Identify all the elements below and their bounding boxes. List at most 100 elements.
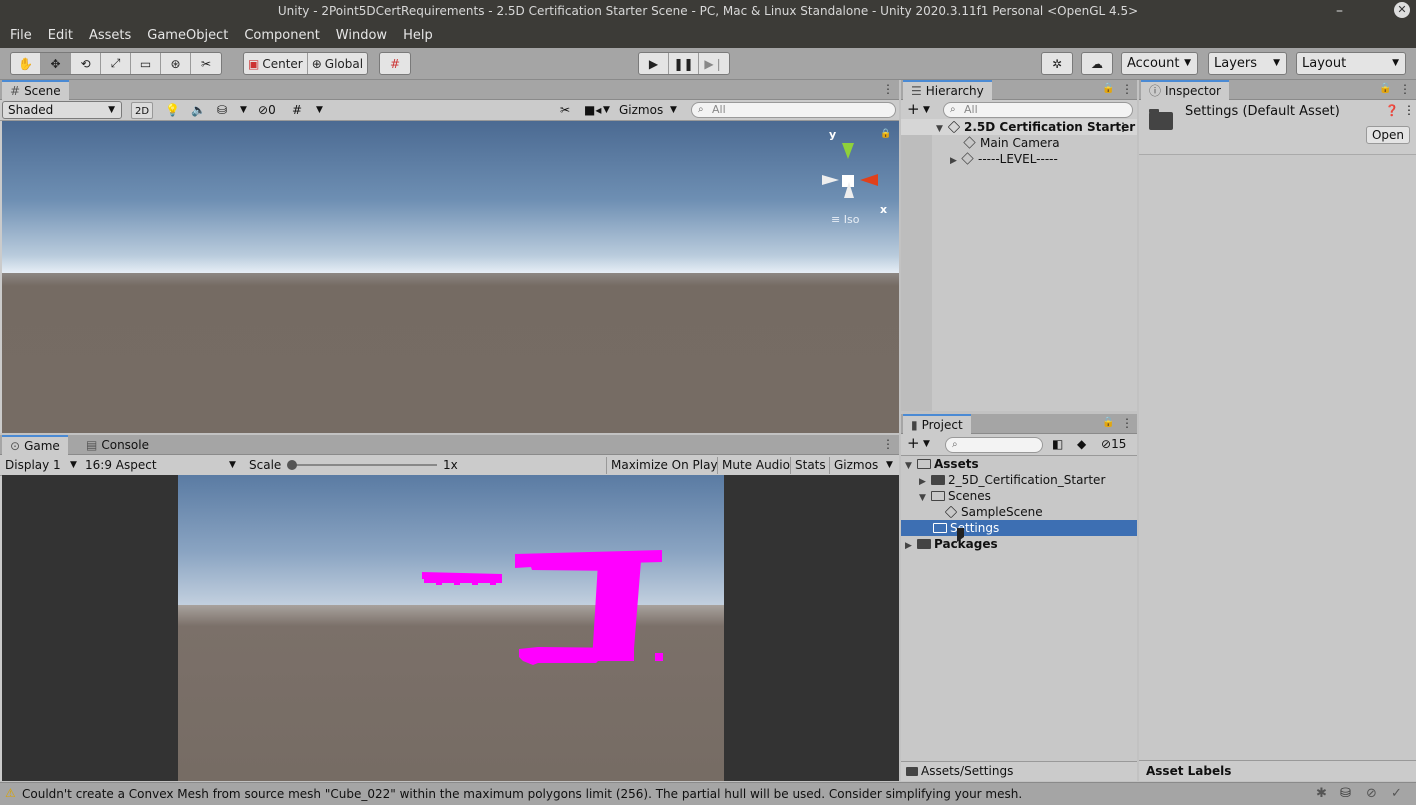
- menu-help[interactable]: Help: [397, 28, 439, 43]
- chevron-down-icon[interactable]: ▼: [316, 102, 323, 119]
- audio-toggle-icon[interactable]: 🔈: [191, 102, 206, 119]
- step-icon[interactable]: ▶❘: [699, 53, 729, 74]
- 2d-toggle-button[interactable]: 2D: [131, 102, 153, 119]
- cloud-icon[interactable]: ☁: [1082, 53, 1112, 74]
- chevron-down-icon[interactable]: ▼: [229, 457, 236, 474]
- lighting-toggle-icon[interactable]: 💡: [165, 102, 180, 119]
- lock-icon[interactable]: 🔒: [1102, 417, 1114, 428]
- tab-project[interactable]: ▮ Project: [903, 414, 971, 434]
- filter-by-type-icon[interactable]: ◧: [1052, 436, 1063, 453]
- hierarchy-item-main-camera[interactable]: Main Camera: [963, 135, 1060, 151]
- custom-tool-icon[interactable]: ✂: [191, 53, 221, 74]
- pivot-center-button[interactable]: ▣ Center: [244, 53, 308, 74]
- menu-window[interactable]: Window: [330, 28, 393, 43]
- auto-generate-lighting-icon[interactable]: ⊘: [1366, 786, 1377, 801]
- chevron-down-icon[interactable]: ▼: [886, 457, 893, 474]
- project-item-assets[interactable]: ▼ Assets: [905, 456, 979, 472]
- pause-icon[interactable]: ❚❚: [669, 53, 699, 74]
- expand-open-icon[interactable]: ▼: [919, 490, 931, 506]
- add-icon[interactable]: +: [907, 102, 920, 119]
- cache-server-icon[interactable]: ⛁: [1340, 786, 1351, 801]
- display-dropdown[interactable]: Display 1: [5, 457, 61, 474]
- kebab-menu-icon[interactable]: ⋮: [1399, 82, 1411, 96]
- kebab-menu-icon[interactable]: ⋮: [1121, 416, 1133, 430]
- menu-gameobject[interactable]: GameObject: [141, 28, 234, 43]
- add-icon[interactable]: +: [907, 436, 920, 453]
- project-item-starter-folder[interactable]: ▶ 2_5D_Certification_Starter: [919, 472, 1105, 488]
- scale-slider-track[interactable]: [290, 464, 437, 466]
- rotate-tool-icon[interactable]: ⟲: [71, 53, 101, 74]
- tab-console[interactable]: ▤ Console: [78, 435, 157, 455]
- transform-tool-icon[interactable]: ⊛: [161, 53, 191, 74]
- maximize-on-play-toggle[interactable]: Maximize On Play: [606, 457, 718, 474]
- lock-icon[interactable]: 🔒: [1379, 83, 1391, 94]
- gizmo-y-cone[interactable]: [842, 143, 854, 159]
- grid-toggle-icon[interactable]: #: [292, 102, 302, 119]
- close-icon[interactable]: ✕: [1394, 2, 1410, 18]
- asset-labels-bar[interactable]: Asset Labels: [1139, 760, 1416, 781]
- hierarchy-item-level[interactable]: ▶ -----LEVEL-----: [950, 151, 1058, 167]
- kebab-menu-icon[interactable]: ⋮: [1121, 82, 1133, 96]
- play-icon[interactable]: ▶: [639, 53, 669, 74]
- chevron-down-icon[interactable]: ▼: [70, 457, 77, 474]
- tab-inspector[interactable]: ⓘ Inspector: [1141, 80, 1229, 100]
- gizmo-x-cone[interactable]: [860, 174, 878, 186]
- effects-toggle-icon[interactable]: ⛁: [217, 102, 227, 119]
- project-item-scenes[interactable]: ▼ Scenes: [919, 488, 991, 504]
- gizmos-button[interactable]: Gizmos: [619, 102, 663, 119]
- scene-visibility-button[interactable]: ⊘0: [258, 102, 276, 119]
- project-item-packages[interactable]: ▶ Packages: [905, 536, 998, 552]
- expand-open-icon[interactable]: ▼: [905, 458, 917, 474]
- bug-icon[interactable]: ✱: [1316, 786, 1327, 801]
- tools-icon[interactable]: ✂: [560, 102, 570, 119]
- gizmo-neg-y-cone[interactable]: [844, 182, 854, 198]
- chevron-down-icon[interactable]: ▼: [240, 102, 247, 119]
- chevron-down-icon[interactable]: ▼: [670, 102, 677, 119]
- account-dropdown[interactable]: Account ▼: [1121, 52, 1198, 75]
- projection-toggle[interactable]: ≡ Iso: [831, 213, 859, 226]
- project-item-settings[interactable]: Settings: [901, 520, 1137, 536]
- menu-component[interactable]: Component: [238, 28, 325, 43]
- camera-icon[interactable]: ■◂: [584, 102, 601, 119]
- scene-search-input[interactable]: ⌕ All: [691, 102, 896, 118]
- grid-snap-icon[interactable]: #: [380, 53, 410, 74]
- tab-game[interactable]: ⊙ Game: [2, 435, 68, 455]
- menu-file[interactable]: File: [4, 28, 38, 43]
- filter-by-label-icon[interactable]: ◆: [1077, 436, 1086, 453]
- layers-dropdown[interactable]: Layers ▼: [1208, 52, 1287, 75]
- expand-open-icon[interactable]: ▼: [936, 121, 948, 137]
- hierarchy-item-scene[interactable]: ▼ 2.5D Certification Starter ⋮: [901, 119, 1137, 135]
- kebab-menu-icon[interactable]: ⋮: [882, 82, 894, 96]
- pivot-global-button[interactable]: ⊕ Global: [308, 53, 367, 74]
- mute-audio-toggle[interactable]: Mute Audio: [717, 457, 790, 474]
- lock-icon[interactable]: 🔒: [1102, 83, 1114, 94]
- tab-scene[interactable]: # Scene: [2, 80, 69, 100]
- project-item-sample-scene[interactable]: SampleScene: [944, 504, 1043, 520]
- gizmo-neg-x-cone[interactable]: [822, 175, 839, 185]
- expand-closed-icon[interactable]: ▶: [950, 153, 962, 169]
- chevron-down-icon[interactable]: ▼: [923, 436, 930, 453]
- hidden-packages-button[interactable]: ⊘15: [1101, 436, 1126, 453]
- status-message[interactable]: Couldn't create a Convex Mesh from sourc…: [22, 787, 1022, 801]
- hierarchy-search-input[interactable]: ⌕ All: [943, 102, 1133, 118]
- progress-done-icon[interactable]: ✓: [1391, 786, 1402, 801]
- menu-edit[interactable]: Edit: [42, 28, 79, 43]
- scene-viewport[interactable]: y x 🔒 ≡ Iso: [2, 121, 899, 433]
- layout-dropdown[interactable]: Layout ▼: [1296, 52, 1406, 75]
- kebab-menu-icon[interactable]: ⋮: [1117, 119, 1129, 135]
- chevron-down-icon[interactable]: ▼: [923, 102, 930, 119]
- project-search-input[interactable]: ⌕: [945, 437, 1043, 453]
- expand-closed-icon[interactable]: ▶: [905, 538, 917, 554]
- services-icon[interactable]: ✲: [1042, 53, 1072, 74]
- stats-toggle[interactable]: Stats: [790, 457, 826, 474]
- rect-tool-icon[interactable]: ▭: [131, 53, 161, 74]
- scale-tool-icon[interactable]: ⤢: [101, 53, 131, 74]
- open-button[interactable]: Open: [1366, 126, 1410, 144]
- kebab-menu-icon[interactable]: ⋮: [882, 437, 894, 451]
- aspect-dropdown[interactable]: 16:9 Aspect: [85, 457, 157, 474]
- kebab-menu-icon[interactable]: ⋮: [1403, 103, 1415, 117]
- game-viewport[interactable]: [178, 475, 724, 781]
- menu-assets[interactable]: Assets: [83, 28, 137, 43]
- minimize-icon[interactable]: –: [1336, 0, 1343, 22]
- chevron-down-icon[interactable]: ▼: [603, 102, 610, 119]
